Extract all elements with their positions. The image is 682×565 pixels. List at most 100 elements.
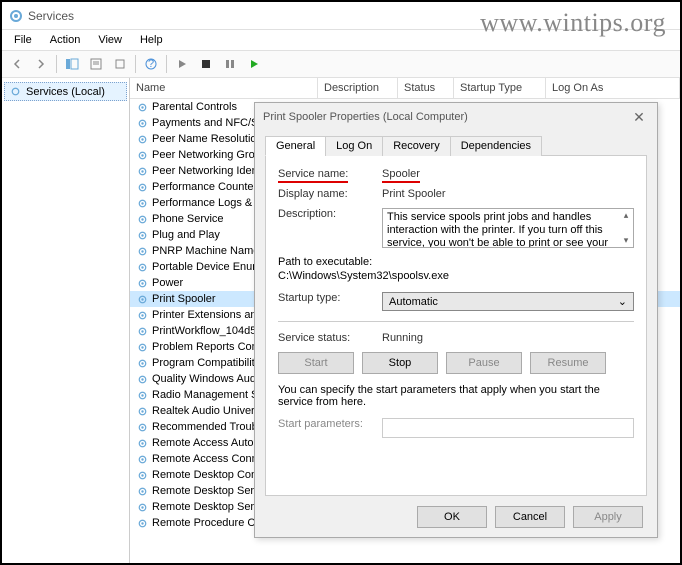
label-path: Path to executable: bbox=[278, 256, 372, 268]
window-title: Services bbox=[28, 9, 74, 23]
gear-icon bbox=[136, 293, 149, 306]
gear-icon bbox=[136, 309, 149, 322]
tab-content-general: Service name: Spooler Display name: Prin… bbox=[265, 156, 647, 496]
service-name: Remote Desktop Servi bbox=[152, 485, 262, 497]
menu-view[interactable]: View bbox=[90, 32, 130, 48]
dialog-title: Print Spooler Properties (Local Computer… bbox=[263, 111, 468, 123]
service-name: Quality Windows Aud bbox=[152, 373, 256, 385]
col-header-logon[interactable]: Log On As bbox=[546, 78, 680, 98]
service-name: PNRP Machine Name bbox=[152, 245, 259, 257]
pause-button[interactable] bbox=[219, 53, 241, 75]
services-icon bbox=[8, 8, 24, 24]
tab-logon[interactable]: Log On bbox=[325, 136, 383, 156]
value-display-name: Print Spooler bbox=[382, 188, 634, 200]
col-header-status[interactable]: Status bbox=[398, 78, 454, 98]
sidebar: Services (Local) bbox=[2, 78, 130, 563]
service-name: Print Spooler bbox=[152, 293, 216, 305]
label-service-name: Service name: bbox=[278, 168, 348, 183]
label-service-status: Service status: bbox=[278, 332, 374, 344]
service-name: Performance Logs & A bbox=[152, 197, 262, 209]
col-header-startup[interactable]: Startup Type bbox=[454, 78, 546, 98]
service-name: Problem Reports Cont bbox=[152, 341, 261, 353]
gear-icon bbox=[136, 277, 149, 290]
start-parameters-input bbox=[382, 418, 634, 438]
stop-button[interactable]: Stop bbox=[362, 352, 438, 374]
tab-dependencies[interactable]: Dependencies bbox=[450, 136, 542, 156]
menu-action[interactable]: Action bbox=[42, 32, 89, 48]
gear-icon bbox=[136, 405, 149, 418]
gear-icon bbox=[136, 165, 149, 178]
service-name: Performance Counter bbox=[152, 181, 257, 193]
menubar: File Action View Help bbox=[2, 30, 680, 50]
window-titlebar: Services bbox=[2, 2, 680, 30]
cancel-button[interactable]: Cancel bbox=[495, 506, 565, 528]
gear-icon bbox=[136, 149, 149, 162]
gear-icon bbox=[136, 469, 149, 482]
tab-general[interactable]: General bbox=[265, 136, 326, 156]
value-path: C:\Windows\System32\spoolsv.exe bbox=[278, 270, 449, 282]
svg-text:?: ? bbox=[148, 58, 154, 70]
label-display-name: Display name: bbox=[278, 188, 374, 200]
gear-icon bbox=[136, 389, 149, 402]
menu-file[interactable]: File bbox=[6, 32, 40, 48]
stop-button[interactable] bbox=[195, 53, 217, 75]
gear-icon bbox=[136, 485, 149, 498]
dialog-footer: OK Cancel Apply bbox=[255, 497, 657, 537]
dialog-titlebar: Print Spooler Properties (Local Computer… bbox=[255, 103, 657, 131]
gear-icon bbox=[136, 101, 149, 114]
properties-button[interactable] bbox=[85, 53, 107, 75]
service-name: Remote Access Auto C bbox=[152, 437, 265, 449]
service-name: Phone Service bbox=[152, 213, 224, 225]
gear-icon bbox=[136, 501, 149, 514]
forward-button[interactable] bbox=[30, 53, 52, 75]
gear-icon bbox=[136, 133, 149, 146]
description-scrollbar[interactable]: ▴▾ bbox=[619, 209, 633, 247]
startup-type-select[interactable]: Automatic ⌄ bbox=[382, 292, 634, 311]
gear-icon bbox=[136, 325, 149, 338]
chevron-down-icon: ⌄ bbox=[618, 295, 627, 308]
help-button[interactable]: ? bbox=[140, 53, 162, 75]
gear-icon bbox=[136, 373, 149, 386]
sidebar-item-services-local[interactable]: Services (Local) bbox=[4, 82, 127, 101]
hint-text: You can specify the start parameters tha… bbox=[278, 384, 634, 408]
label-description: Description: bbox=[278, 208, 374, 220]
properties-dialog: Print Spooler Properties (Local Computer… bbox=[254, 102, 658, 538]
toolbar: ? bbox=[2, 50, 680, 78]
menu-help[interactable]: Help bbox=[132, 32, 171, 48]
gear-icon bbox=[136, 437, 149, 450]
gear-icon bbox=[136, 517, 149, 530]
restart-button[interactable] bbox=[243, 53, 265, 75]
gear-icon bbox=[136, 357, 149, 370]
gear-icon bbox=[136, 245, 149, 258]
ok-button[interactable]: OK bbox=[417, 506, 487, 528]
gear-icon bbox=[136, 421, 149, 434]
apply-button: Apply bbox=[573, 506, 643, 528]
tab-recovery[interactable]: Recovery bbox=[382, 136, 450, 156]
service-name: Plug and Play bbox=[152, 229, 220, 241]
pause-button: Pause bbox=[446, 352, 522, 374]
label-startup-type: Startup type: bbox=[278, 292, 374, 304]
list-header: Name Description Status Startup Type Log… bbox=[130, 78, 680, 99]
export-button[interactable] bbox=[109, 53, 131, 75]
col-header-name[interactable]: Name bbox=[130, 78, 318, 98]
gear-icon bbox=[136, 197, 149, 210]
description-textarea[interactable]: This service spools print jobs and handl… bbox=[382, 208, 634, 248]
gear-icon bbox=[9, 85, 22, 98]
service-name: Radio Management Se bbox=[152, 389, 265, 401]
gear-icon bbox=[136, 213, 149, 226]
col-header-description[interactable]: Description bbox=[318, 78, 398, 98]
close-icon[interactable]: ✕ bbox=[629, 109, 649, 126]
back-button[interactable] bbox=[6, 53, 28, 75]
show-hide-tree-button[interactable] bbox=[61, 53, 83, 75]
gear-icon bbox=[136, 261, 149, 274]
service-name: Remote Access Conne bbox=[152, 453, 264, 465]
start-button: Start bbox=[278, 352, 354, 374]
gear-icon bbox=[136, 117, 149, 130]
service-name: Power bbox=[152, 277, 183, 289]
play-button[interactable] bbox=[171, 53, 193, 75]
resume-button: Resume bbox=[530, 352, 606, 374]
service-name: Recommended Troub bbox=[152, 421, 258, 433]
service-name: Remote Desktop Conf bbox=[152, 469, 260, 481]
dialog-tabs: General Log On Recovery Dependencies bbox=[265, 135, 647, 156]
value-service-name: Spooler bbox=[382, 168, 420, 183]
